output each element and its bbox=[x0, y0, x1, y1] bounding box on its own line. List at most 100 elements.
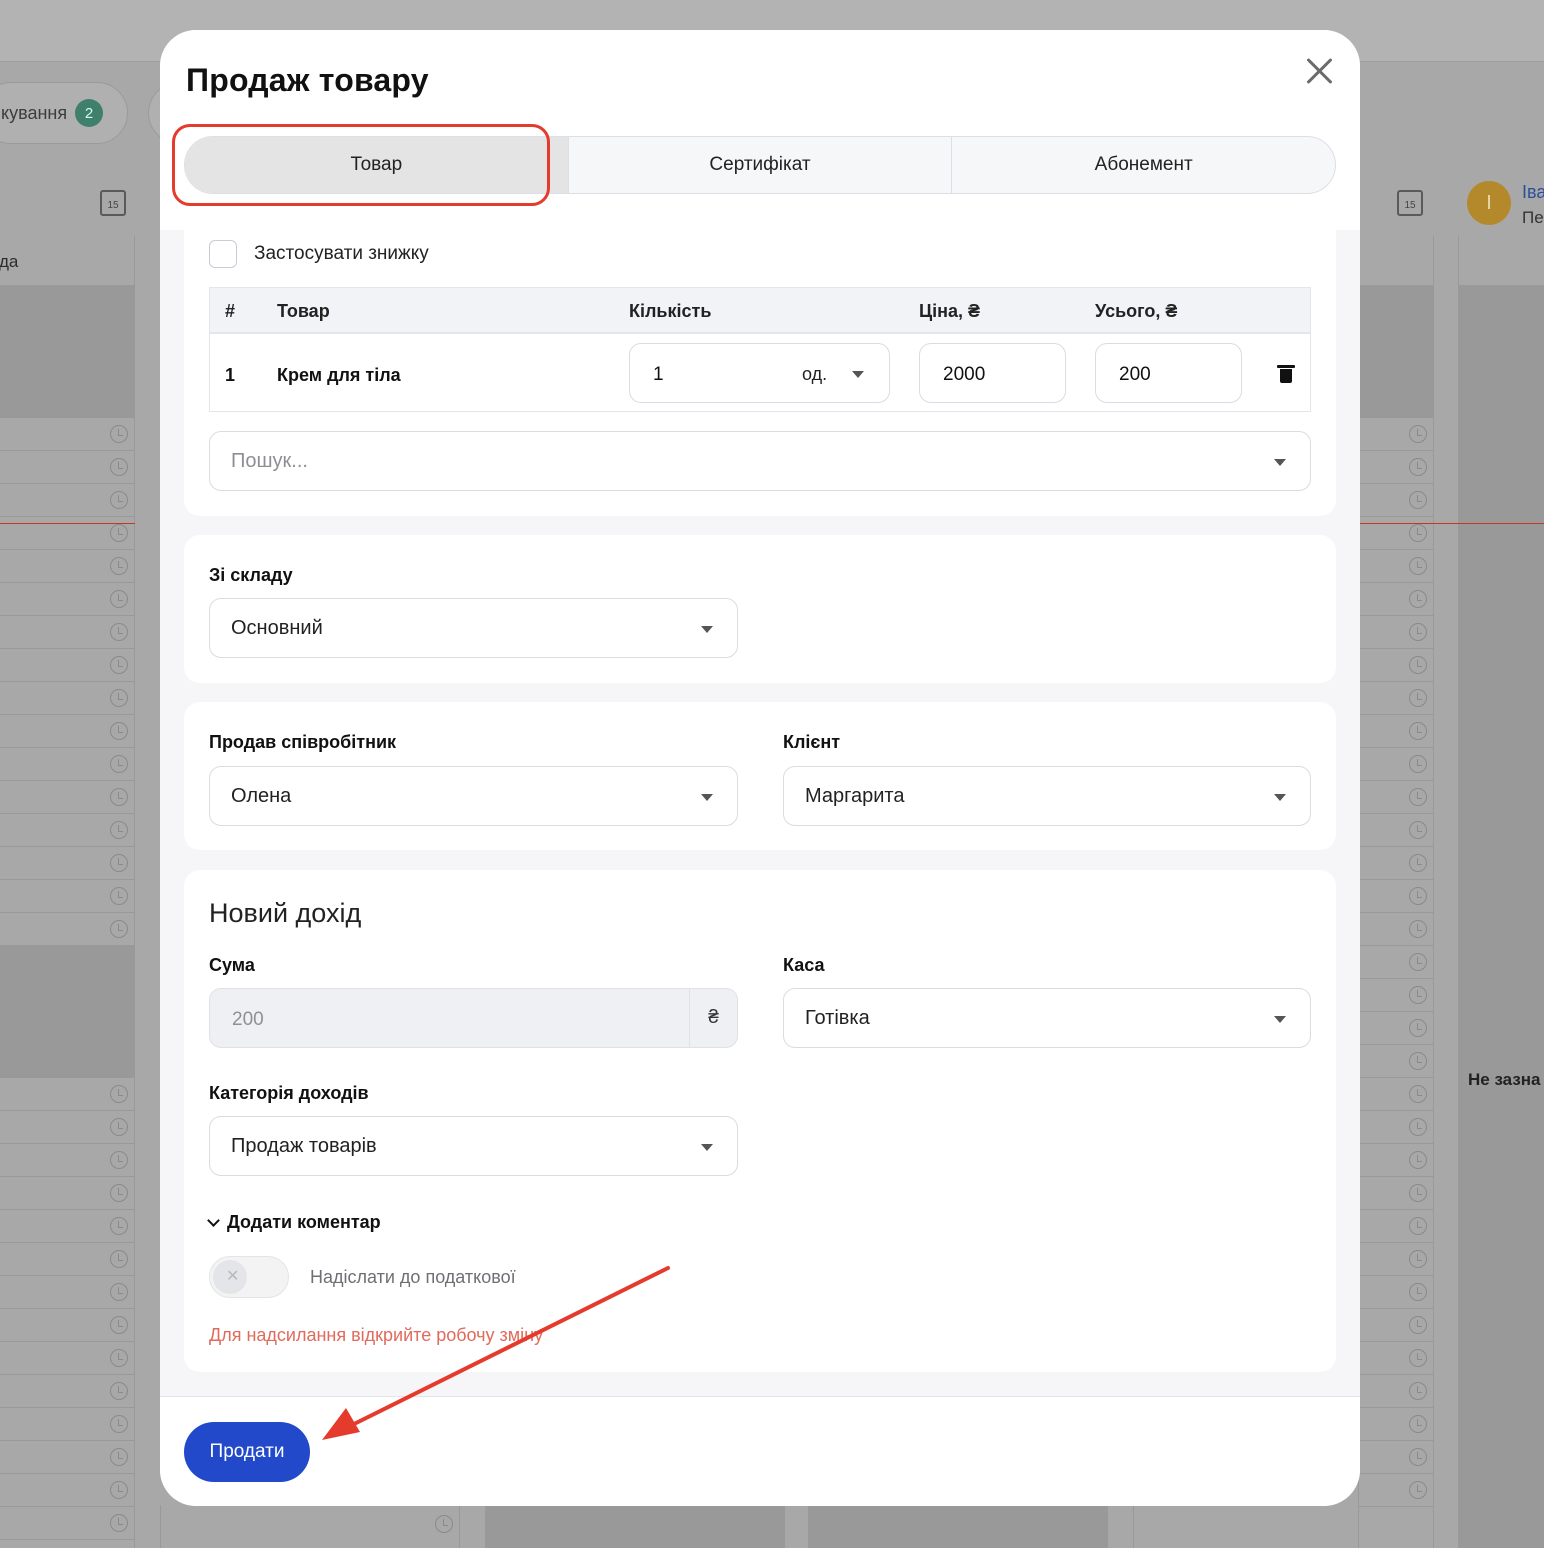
schedule-slot bbox=[1359, 1276, 1433, 1309]
switch-knob: ✕ bbox=[213, 1260, 247, 1294]
tax-switch[interactable]: ✕ bbox=[209, 1256, 289, 1298]
calendar-icon: 15 bbox=[1397, 190, 1423, 216]
clock-icon bbox=[110, 458, 128, 476]
schedule-slot bbox=[0, 748, 134, 781]
clock-icon bbox=[1409, 656, 1427, 674]
schedule-slot bbox=[0, 1144, 134, 1177]
schedule-slot bbox=[1359, 1012, 1433, 1045]
clock-icon bbox=[1409, 458, 1427, 476]
clock-icon bbox=[1409, 1250, 1427, 1268]
clock-icon bbox=[110, 1151, 128, 1169]
schedule-slot bbox=[0, 1309, 134, 1342]
clock-icon bbox=[1409, 590, 1427, 608]
client-label: Клієнт bbox=[783, 732, 841, 752]
income-category-select[interactable]: Продаж товарів bbox=[209, 1116, 738, 1176]
new-income-card: Новий дохід Сума 200 ₴ Каса Готівка Кате… bbox=[184, 870, 1336, 1372]
schedule-slot bbox=[1359, 1177, 1433, 1210]
schedule-slot bbox=[1359, 616, 1433, 649]
clock-icon bbox=[110, 1316, 128, 1334]
clock-icon bbox=[110, 1217, 128, 1235]
clock-icon bbox=[110, 755, 128, 773]
clock-icon bbox=[1409, 425, 1427, 443]
column-header: Кількість bbox=[629, 301, 712, 321]
clock-icon bbox=[1409, 854, 1427, 872]
schedule-slot bbox=[0, 1243, 134, 1276]
schedule-slot bbox=[1359, 1045, 1433, 1078]
product-name: Крем для тіла bbox=[277, 365, 401, 385]
tab-subscription[interactable]: Абонемент bbox=[951, 137, 1335, 193]
price-value: 2000 bbox=[943, 364, 986, 385]
background-schedule-column bbox=[1133, 1505, 1358, 1548]
schedule-slot bbox=[1359, 847, 1433, 880]
clock-icon bbox=[1409, 1481, 1427, 1499]
clock-icon bbox=[110, 1448, 128, 1466]
shift-warning: Для надсилання відкрийте робочу зміну bbox=[209, 1325, 544, 1345]
clock-icon bbox=[1409, 1184, 1427, 1202]
schedule-slot bbox=[1359, 550, 1433, 583]
schedule-slot bbox=[1359, 1342, 1433, 1375]
schedule-slot bbox=[1359, 1474, 1433, 1507]
schedule-slot bbox=[0, 517, 134, 550]
client-select[interactable]: Маргарита bbox=[783, 766, 1311, 826]
schedule-slot bbox=[1359, 946, 1433, 979]
close-icon[interactable] bbox=[1304, 56, 1334, 86]
schedule-slot bbox=[1359, 451, 1433, 484]
schedule-block bbox=[485, 1505, 785, 1548]
sell-product-modal: Продаж товару Товар Сертифікат Абонемент… bbox=[160, 30, 1360, 1506]
price-input[interactable]: 2000 bbox=[919, 343, 1066, 403]
schedule-slot bbox=[0, 484, 134, 517]
background-schedule-column: да bbox=[0, 236, 135, 1548]
clock-icon bbox=[1409, 920, 1427, 938]
warehouse-select[interactable]: Основний bbox=[209, 598, 738, 658]
schedule-slot bbox=[1359, 1375, 1433, 1408]
product-search-select[interactable]: Пошук... bbox=[209, 431, 1311, 491]
background-schedule-column bbox=[1458, 236, 1544, 1548]
schedule-slot bbox=[0, 418, 134, 451]
schedule-slot bbox=[0, 1111, 134, 1144]
sum-input: 200 ₴ bbox=[209, 988, 738, 1048]
discount-checkbox-label: Застосувати знижку bbox=[254, 243, 429, 264]
sum-value: 200 bbox=[232, 1009, 264, 1030]
schedule-slot bbox=[0, 1507, 134, 1540]
cash-select[interactable]: Готівка bbox=[783, 988, 1311, 1048]
clock-icon bbox=[110, 1349, 128, 1367]
clock-icon bbox=[110, 557, 128, 575]
modal-header: Продаж товару Товар Сертифікат Абонемент bbox=[160, 30, 1360, 230]
clock-icon bbox=[1409, 1019, 1427, 1037]
quantity-input[interactable]: 1 од. bbox=[629, 343, 890, 403]
schedule-slot bbox=[1359, 814, 1433, 847]
seller-client-card: Продав співробітник Олена Клієнт Маргари… bbox=[184, 702, 1336, 850]
clock-icon bbox=[1409, 491, 1427, 509]
chevron-down-icon bbox=[1274, 459, 1286, 466]
clock-icon bbox=[110, 722, 128, 740]
tab-certificate[interactable]: Сертифікат bbox=[567, 137, 952, 193]
total-input[interactable]: 200 bbox=[1095, 343, 1242, 403]
clock-icon bbox=[1409, 1085, 1427, 1103]
total-value: 200 bbox=[1119, 364, 1151, 385]
clock-icon bbox=[110, 1184, 128, 1202]
schedule-slot bbox=[1359, 517, 1433, 550]
discount-checkbox[interactable] bbox=[209, 240, 237, 268]
schedule-slot bbox=[0, 715, 134, 748]
schedule-slot bbox=[1359, 781, 1433, 814]
schedule-slot bbox=[0, 913, 134, 946]
seller-label: Продав співробітник bbox=[209, 732, 397, 752]
clock-icon bbox=[110, 788, 128, 806]
schedule-slot bbox=[0, 880, 134, 913]
add-comment-toggle[interactable]: Додати коментар bbox=[207, 1212, 381, 1233]
schedule-block bbox=[0, 286, 134, 418]
trash-icon[interactable] bbox=[1277, 365, 1295, 383]
calendar-icon: 15 bbox=[100, 190, 126, 216]
modal-title: Продаж товару bbox=[186, 62, 429, 98]
schedule-slot bbox=[0, 814, 134, 847]
clock-icon bbox=[110, 1514, 128, 1532]
seller-select[interactable]: Олена bbox=[209, 766, 738, 826]
schedule-slot bbox=[0, 649, 134, 682]
sell-button[interactable]: Продати bbox=[184, 1422, 310, 1482]
unit-select[interactable]: од. bbox=[802, 364, 827, 385]
schedule-slot bbox=[0, 1441, 134, 1474]
close-icon: ✕ bbox=[226, 1268, 240, 1285]
schedule-slot bbox=[1359, 715, 1433, 748]
chevron-down-icon bbox=[701, 626, 713, 633]
income-category-label: Категорія доходів bbox=[209, 1083, 369, 1103]
